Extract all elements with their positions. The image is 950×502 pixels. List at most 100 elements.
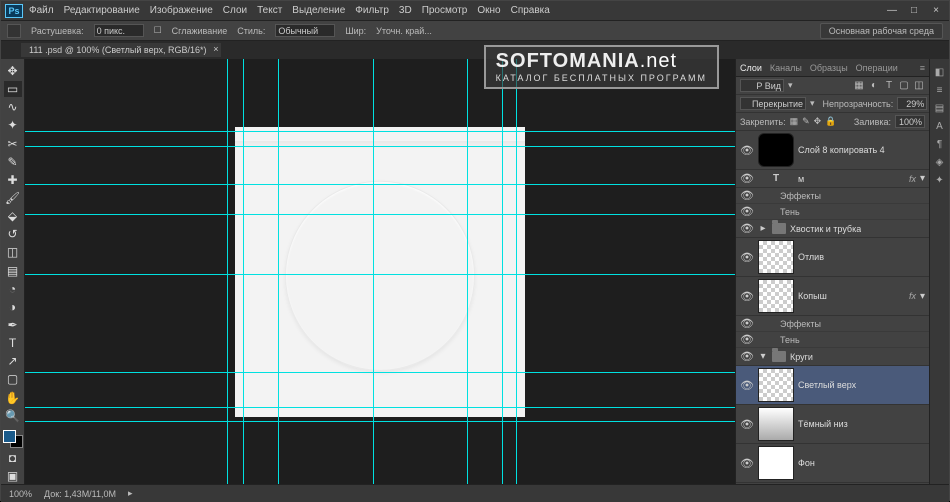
layer-row[interactable]: 👁 Копыш fx ▾	[736, 277, 929, 316]
feather-input[interactable]	[94, 24, 144, 37]
guide-horizontal[interactable]	[25, 407, 735, 408]
chevron-down-icon[interactable]: ▾	[758, 351, 768, 362]
tab-layers[interactable]: Слои	[740, 63, 762, 73]
tab-channels[interactable]: Каналы	[770, 63, 802, 73]
shape-tool-icon[interactable]: ▢	[4, 371, 22, 387]
dock-icon[interactable]: ¶	[933, 137, 947, 151]
layer-name[interactable]: Копыш	[798, 291, 827, 301]
guide-horizontal[interactable]	[25, 421, 735, 422]
group-name[interactable]: Хвостик и трубка	[790, 224, 861, 234]
quickmask-icon[interactable]: ◘	[4, 450, 22, 466]
filter-adjust-icon[interactable]: ◐	[868, 80, 880, 92]
visibility-toggle-icon[interactable]: 👁	[740, 350, 754, 363]
hand-tool-icon[interactable]: ✋	[4, 390, 22, 406]
layer-row[interactable]: 👁 T м fx ▾	[736, 170, 929, 188]
panel-menu-icon[interactable]: ≡	[920, 63, 925, 73]
guide-horizontal[interactable]	[25, 274, 735, 275]
blend-mode-select[interactable]	[740, 97, 806, 110]
layer-row[interactable]: 👁 Тёмный низ	[736, 405, 929, 444]
dock-icon[interactable]: ▤	[933, 101, 947, 115]
gradient-tool-icon[interactable]: ▤	[4, 263, 22, 279]
wand-tool-icon[interactable]: ✦	[4, 117, 22, 133]
dock-icon[interactable]: ◈	[933, 155, 947, 169]
group-name[interactable]: Круги	[790, 352, 813, 362]
visibility-toggle-icon[interactable]: 👁	[740, 172, 754, 185]
dock-icon[interactable]: ≡	[933, 83, 947, 97]
menu-view[interactable]: Просмотр	[422, 5, 468, 16]
window-min[interactable]: —	[883, 5, 901, 17]
lasso-tool-icon[interactable]: ∿	[4, 99, 22, 115]
layer-name[interactable]: Тёмный низ	[798, 419, 848, 429]
lock-pixels-icon[interactable]: ✎	[802, 116, 810, 127]
status-menu-icon[interactable]: ▸	[128, 488, 133, 499]
filter-shape-icon[interactable]: ▢	[898, 80, 910, 92]
menu-file[interactable]: Файл	[29, 5, 54, 16]
lock-transparency-icon[interactable]: ▦	[790, 116, 799, 127]
eraser-tool-icon[interactable]: ◫	[4, 244, 22, 260]
tab-history[interactable]: Операции	[856, 63, 898, 73]
menu-3d[interactable]: 3D	[399, 5, 412, 16]
stamp-tool-icon[interactable]: ⬙	[4, 208, 22, 224]
chevron-down-icon[interactable]: ▾	[920, 291, 925, 302]
fill-input[interactable]	[895, 115, 925, 128]
window-close[interactable]: ×	[927, 5, 945, 17]
layer-name[interactable]: Светлый верх	[798, 380, 856, 390]
visibility-toggle-icon[interactable]: 👁	[740, 457, 754, 470]
screenmode-icon[interactable]: ▣	[4, 468, 22, 484]
pen-tool-icon[interactable]: ✒	[4, 317, 22, 333]
layer-name[interactable]: м	[798, 174, 804, 184]
tab-paths[interactable]: Образцы	[810, 63, 848, 73]
canvas-viewport[interactable]	[25, 59, 735, 484]
guide-horizontal[interactable]	[25, 146, 735, 147]
filter-type-icon[interactable]: T	[883, 80, 895, 92]
layer-group-row[interactable]: 👁 ▾ Круги	[736, 348, 929, 366]
menu-edit[interactable]: Редактирование	[64, 5, 140, 16]
tool-preset-icon[interactable]	[7, 24, 21, 38]
style-select[interactable]	[275, 24, 335, 37]
menu-select[interactable]: Выделение	[292, 5, 345, 16]
layer-row[interactable]: 👁 Фон	[736, 444, 929, 483]
guide-horizontal[interactable]	[25, 131, 735, 132]
crop-tool-icon[interactable]: ✂	[4, 136, 22, 152]
layer-effect-shadow[interactable]: 👁Тень	[736, 332, 929, 348]
visibility-toggle-icon[interactable]: 👁	[740, 418, 754, 431]
menu-help[interactable]: Справка	[511, 5, 550, 16]
zoom-level[interactable]: 100%	[9, 489, 32, 499]
workspace-switcher[interactable]: Основная рабочая среда	[820, 23, 943, 39]
marquee-tool-icon[interactable]: ▭	[4, 81, 22, 97]
document-tab[interactable]: 111 .psd @ 100% (Светлый верх, RGB/16*) …	[21, 43, 221, 57]
dock-icon[interactable]: A	[933, 119, 947, 133]
visibility-toggle-icon[interactable]: 👁	[740, 290, 754, 303]
layer-effects-row[interactable]: 👁Эффекты	[736, 188, 929, 204]
color-swatches[interactable]	[3, 430, 23, 448]
dock-icon[interactable]: ✦	[933, 173, 947, 187]
blur-tool-icon[interactable]: ◔	[4, 281, 22, 297]
chevron-right-icon[interactable]: ▸	[758, 223, 768, 234]
filter-pixel-icon[interactable]: ▦	[853, 80, 865, 92]
lock-position-icon[interactable]: ✥	[814, 116, 822, 127]
foreground-color[interactable]	[3, 430, 16, 443]
layer-name[interactable]: Фон	[798, 458, 815, 468]
layer-name[interactable]: Слой 8 копировать 4	[798, 145, 885, 155]
brush-tool-icon[interactable]: 🖌	[4, 190, 22, 206]
layer-name[interactable]: Отлив	[798, 252, 824, 262]
visibility-toggle-icon[interactable]: 👁	[740, 222, 754, 235]
dodge-tool-icon[interactable]: ◑	[4, 299, 22, 315]
move-tool-icon[interactable]: ✥	[4, 63, 22, 79]
menu-image[interactable]: Изображение	[150, 5, 213, 16]
visibility-toggle-icon[interactable]: 👁	[740, 251, 754, 264]
visibility-toggle-icon[interactable]: 👁	[740, 379, 754, 392]
layer-row[interactable]: 👁 Отлив	[736, 238, 929, 277]
menu-filter[interactable]: Фильтр	[355, 5, 389, 16]
type-tool-icon[interactable]: T	[4, 335, 22, 351]
document-tab-close[interactable]: ×	[213, 44, 218, 54]
menu-text[interactable]: Текст	[257, 5, 282, 16]
layer-kind-filter[interactable]	[740, 79, 784, 92]
zoom-tool-icon[interactable]: 🔍	[4, 408, 22, 424]
filter-smart-icon[interactable]: ◫	[913, 80, 925, 92]
guide-horizontal[interactable]	[25, 372, 735, 373]
fx-badge[interactable]: fx	[909, 174, 916, 184]
lock-all-icon[interactable]: 🔒	[825, 116, 836, 127]
guide-horizontal[interactable]	[25, 184, 735, 185]
dock-icon[interactable]: ◧	[933, 65, 947, 79]
